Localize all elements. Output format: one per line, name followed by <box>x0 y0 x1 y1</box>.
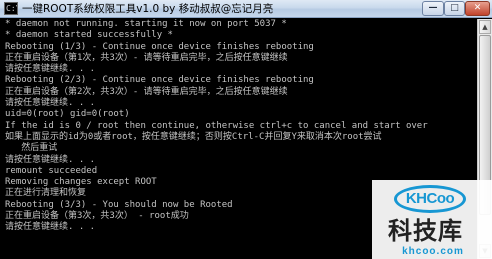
console-line: Rebooting (1/3) - Continue once device f… <box>5 41 314 52</box>
console-line: * daemon not running. starting it now on… <box>5 19 287 29</box>
console-line: Rebooting (2/3) - Continue once device f… <box>5 75 314 86</box>
minimize-button[interactable]: — <box>422 1 444 16</box>
console-icon: C:\ <box>4 2 18 15</box>
console-line: 正在重启设备（第1次，共3次）- 请等待重启完毕，之后按任意键继续 <box>5 52 288 63</box>
console-line: * daemon started successfully * <box>5 30 173 41</box>
console-line: 请按任意键继续. . . <box>5 64 96 75</box>
console-line: 请按任意键继续. . . <box>5 154 96 165</box>
console-line: uid=0(root) gid=0(root) <box>5 109 130 120</box>
watermark-badge: KHCoo <box>394 185 466 213</box>
console-line: 请按任意键继续. . . <box>5 98 96 109</box>
console-line: 正在重启设备（第2次，共3次）- 请等待重启完毕，之后按任意键继续 <box>5 86 288 97</box>
console-window: C:\ 一键ROOT系统权限工具v1.0 by 移动叔叔@忘记月亮 — □ ✕ … <box>0 0 492 259</box>
maximize-button[interactable]: □ <box>444 1 465 16</box>
title-bar[interactable]: C:\ 一键ROOT系统权限工具v1.0 by 移动叔叔@忘记月亮 — □ ✕ <box>0 0 492 18</box>
watermark-logo: KHCoo 科技库 khcoo.com <box>372 180 492 259</box>
console-line: 然后重试 <box>5 143 58 154</box>
window-title: 一键ROOT系统权限工具v1.0 by 移动叔叔@忘记月亮 <box>22 3 274 15</box>
console-line: If the id is 0 / root then continue, oth… <box>5 120 428 131</box>
close-button[interactable]: ✕ <box>465 1 490 16</box>
scroll-up-icon[interactable]: ▲ <box>479 20 491 34</box>
console-line: 如果上面显示的id为0或者root，按任意键继续；否则按Ctrl-C并回复Y来取… <box>5 131 382 142</box>
watermark-domain: khcoo.com <box>402 246 464 257</box>
console-line: remount succeeded <box>5 165 98 176</box>
watermark-name: 科技库 <box>388 217 463 245</box>
